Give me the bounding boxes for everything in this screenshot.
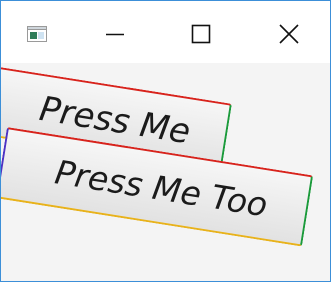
app-window: Press Me Press Me Too: [0, 0, 331, 282]
content-pane: Press Me Press Me Too: [1, 63, 330, 281]
window-app-icon: [27, 26, 47, 42]
maximize-icon: [191, 24, 211, 44]
press-me-too-label: Press Me Too: [52, 151, 271, 224]
close-icon: [279, 24, 299, 44]
maximize-button[interactable]: [175, 15, 227, 53]
close-button[interactable]: [263, 15, 315, 53]
title-bar[interactable]: [1, 1, 330, 63]
minimize-button[interactable]: [89, 15, 141, 53]
minimize-icon: [106, 33, 124, 36]
